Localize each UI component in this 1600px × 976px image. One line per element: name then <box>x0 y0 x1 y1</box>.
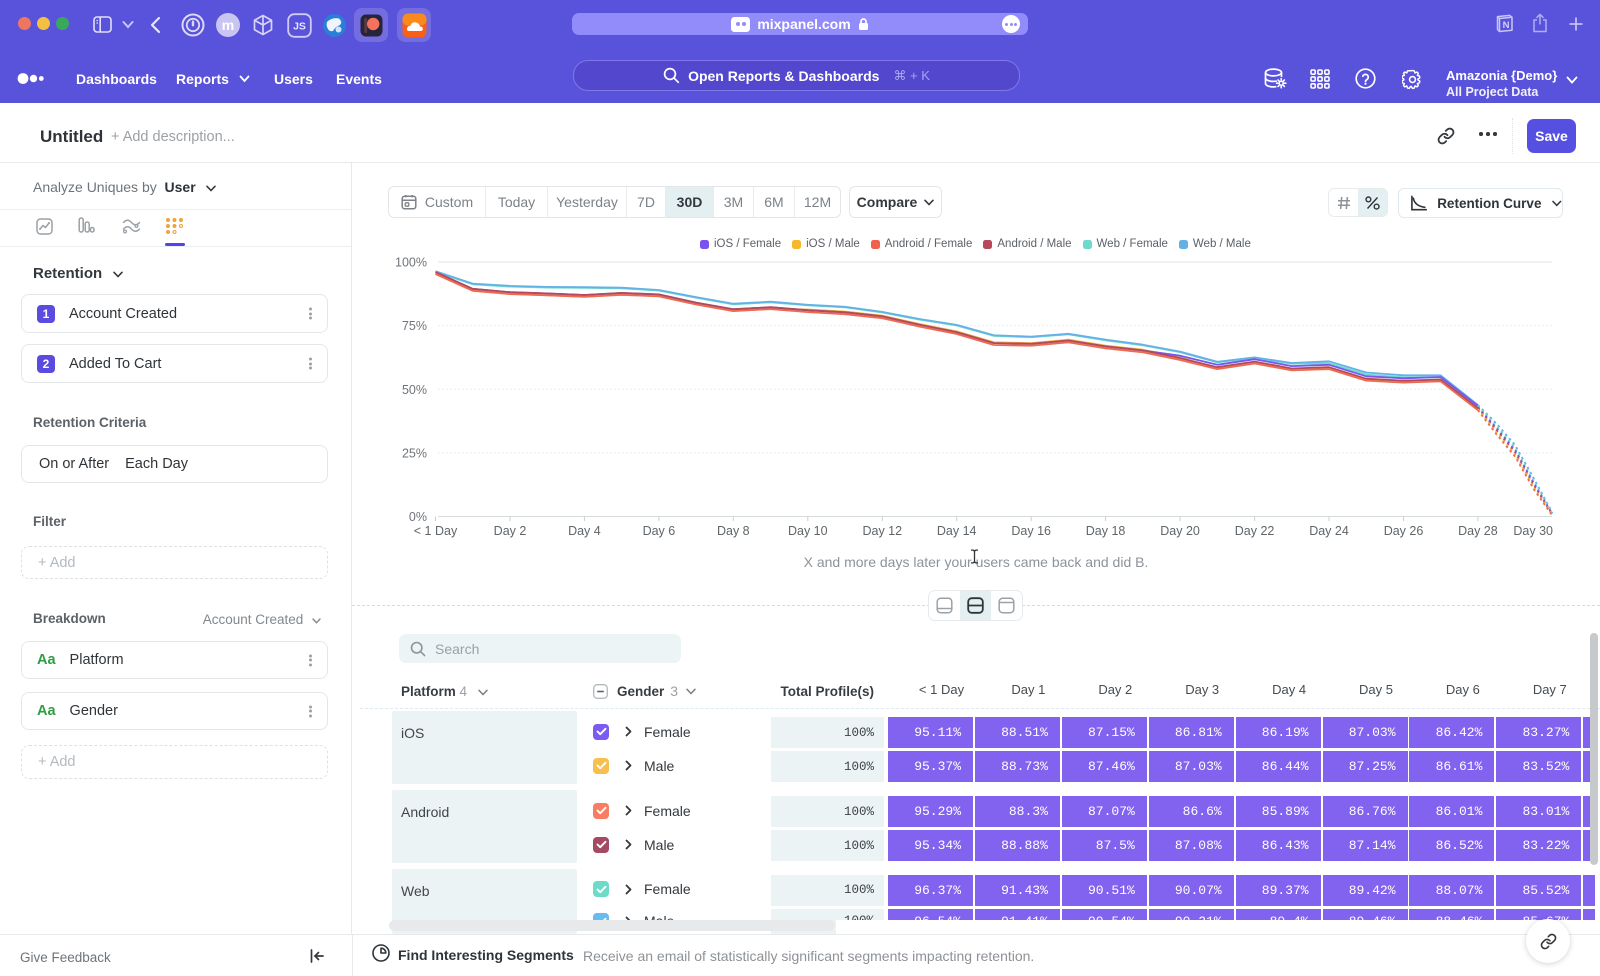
svg-text:0%: 0% <box>409 510 427 524</box>
svg-text:100%: 100% <box>395 256 427 270</box>
svg-text:Day 2: Day 2 <box>494 524 527 538</box>
svg-text:Day 18: Day 18 <box>1086 524 1126 538</box>
svg-text:Day 28: Day 28 <box>1458 524 1498 538</box>
svg-text:Day 26: Day 26 <box>1384 524 1424 538</box>
svg-text:Day 4: Day 4 <box>568 524 601 538</box>
svg-text:50%: 50% <box>402 383 427 397</box>
svg-text:75%: 75% <box>402 319 427 333</box>
svg-text:Day 6: Day 6 <box>643 524 676 538</box>
svg-text:Day 10: Day 10 <box>788 524 828 538</box>
svg-text:JS: JS <box>293 21 306 33</box>
svg-text:Day 24: Day 24 <box>1309 524 1349 538</box>
svg-text:Day 20: Day 20 <box>1160 524 1200 538</box>
svg-text:Day 30: Day 30 <box>1513 524 1553 538</box>
svg-text:Day 22: Day 22 <box>1235 524 1275 538</box>
svg-text:Day 16: Day 16 <box>1011 524 1051 538</box>
svg-text:Day 14: Day 14 <box>937 524 977 538</box>
svg-text:25%: 25% <box>402 446 427 460</box>
svg-text:Day 8: Day 8 <box>717 524 750 538</box>
svg-text:< 1 Day: < 1 Day <box>414 524 458 538</box>
svg-text:Day 12: Day 12 <box>862 524 902 538</box>
svg-text:N: N <box>1503 20 1510 31</box>
